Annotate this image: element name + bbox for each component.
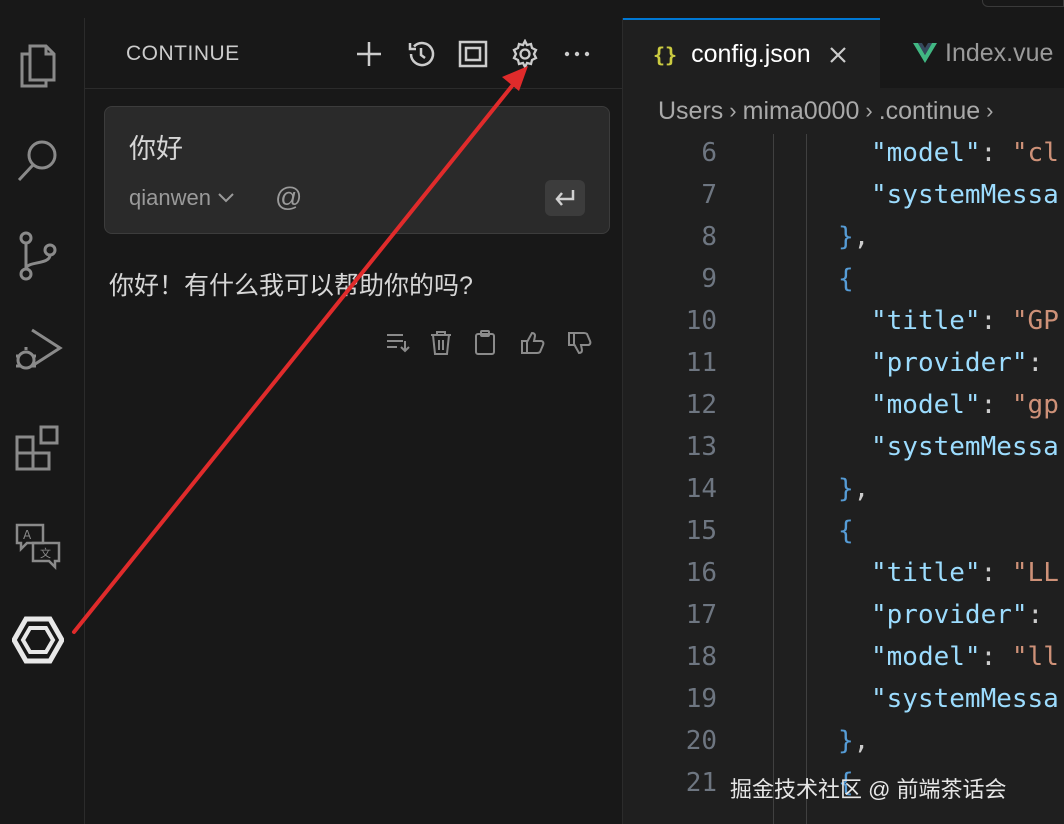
watermark: 掘金技术社区 @ 前端茶话会: [730, 777, 1007, 802]
annotation-arrow: [72, 66, 528, 634]
